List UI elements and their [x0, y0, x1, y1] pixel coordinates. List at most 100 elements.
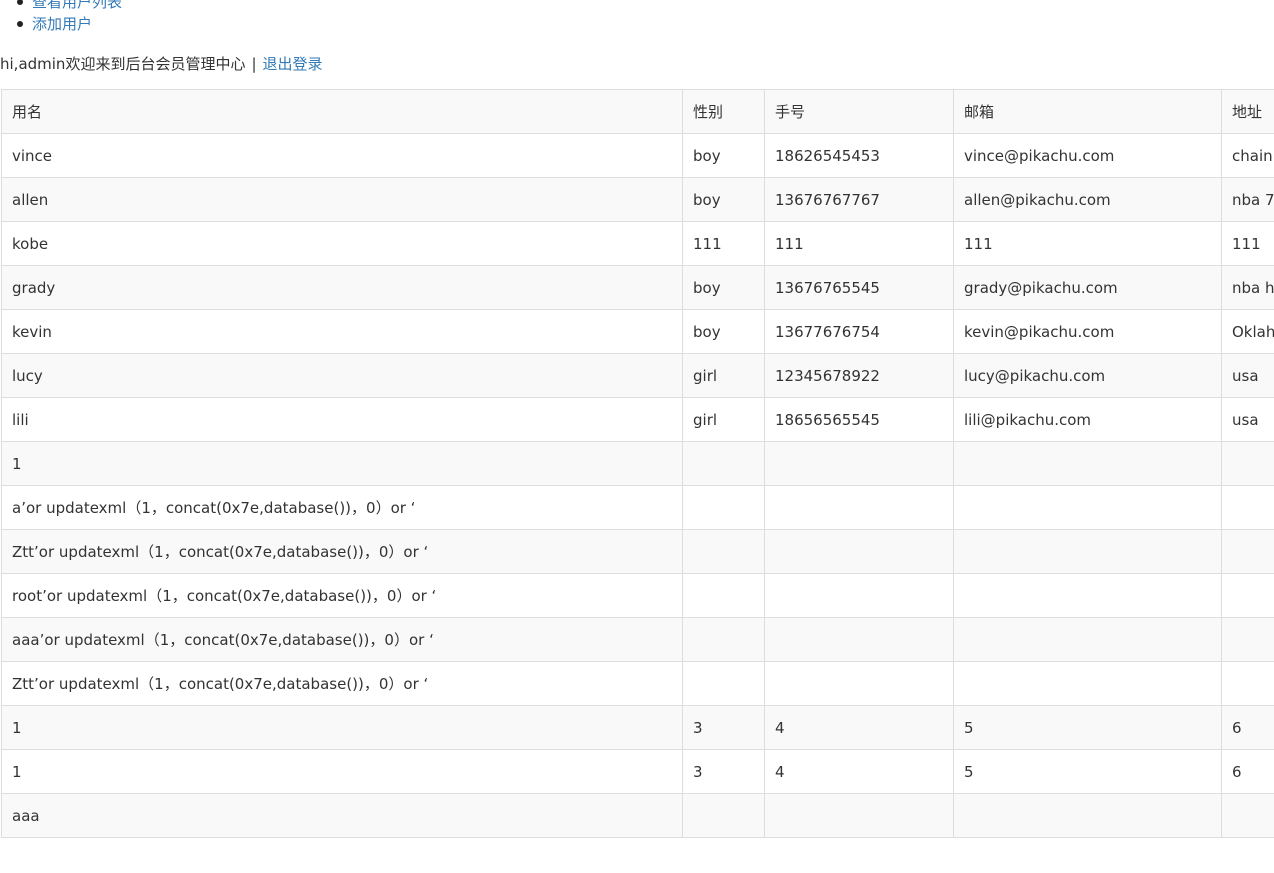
cell-username: allen [1, 177, 683, 222]
cell-email [953, 793, 1222, 838]
cell-phone [764, 793, 954, 838]
cell-address [1221, 661, 1274, 706]
cell-address: Oklah [1221, 309, 1274, 354]
cell-sex: boy [682, 133, 765, 178]
cell-phone [764, 661, 954, 706]
cell-sex [682, 441, 765, 486]
cell-username: kobe [1, 221, 683, 266]
table-row: aaa [1, 793, 1274, 838]
cell-address [1221, 793, 1274, 838]
table-row: aaa’or updatexml（1，concat(0x7e,database(… [1, 617, 1274, 662]
table-row: allen boy 13676767767 allen@pikachu.com nba … [1, 177, 1274, 222]
cell-username: Ztt’or updatexml（1，concat(0x7e,database(… [1, 529, 683, 574]
nav-item-add-user: 添加用户 [17, 13, 122, 35]
cell-phone: 4 [764, 749, 954, 794]
greeting-text: hi,admin欢迎来到后台会员管理中心 [0, 55, 246, 73]
cell-username: vince [1, 133, 683, 178]
cell-address: 111 [1221, 221, 1274, 266]
cell-phone: 13677676754 [764, 309, 954, 354]
cell-username: grady [1, 265, 683, 310]
cell-address [1221, 441, 1274, 486]
cell-username: a’or updatexml（1，concat(0x7e,database())… [1, 485, 683, 530]
cell-username: 1 [1, 441, 683, 486]
add-user-link[interactable]: 添加用户 [32, 15, 92, 33]
greeting-separator: | [251, 55, 257, 73]
cell-phone [764, 573, 954, 618]
cell-sex: 111 [682, 221, 765, 266]
cell-username: aaa [1, 793, 683, 838]
table-row: grady boy 13676765545 grady@pikachu.com nba … [1, 265, 1274, 310]
table-row: 13456 [1, 705, 1274, 750]
cell-address [1221, 573, 1274, 618]
cell-sex: boy [682, 265, 765, 310]
cell-email [953, 485, 1222, 530]
cell-address [1221, 617, 1274, 662]
cell-sex [682, 573, 765, 618]
cell-username: aaa’or updatexml（1，concat(0x7e,database(… [1, 617, 683, 662]
cell-username: Ztt’or updatexml（1，concat(0x7e,database(… [1, 661, 683, 706]
column-header-email: 邮箱 [953, 89, 1222, 134]
table-row: kobe 111 111 111 111 [1, 221, 1274, 266]
cell-address: 6 [1221, 749, 1274, 794]
cell-phone: 13676767767 [764, 177, 954, 222]
cell-phone [764, 529, 954, 574]
cell-sex [682, 661, 765, 706]
cell-phone: 4 [764, 705, 954, 750]
column-header-phone: 手号 [764, 89, 954, 134]
table-row: Ztt’or updatexml（1，concat(0x7e,database(… [1, 661, 1274, 706]
cell-address: nba h [1221, 265, 1274, 310]
column-header-username: 用名 [1, 89, 683, 134]
cell-sex: girl [682, 397, 765, 442]
cell-phone [764, 617, 954, 662]
column-header-address: 地址 [1221, 89, 1274, 134]
nav-list: 查看用户列表 添加用户 [0, 0, 122, 35]
cell-phone: 12345678922 [764, 353, 954, 398]
cell-address [1221, 529, 1274, 574]
cell-email [953, 529, 1222, 574]
cell-email: kevin@pikachu.com [953, 309, 1222, 354]
greeting-bar: hi,admin欢迎来到后台会员管理中心 | 退出登录 [0, 53, 323, 75]
cell-address: chain [1221, 133, 1274, 178]
cell-sex: boy [682, 177, 765, 222]
cell-email [953, 441, 1222, 486]
cell-sex [682, 485, 765, 530]
cell-username: 1 [1, 705, 683, 750]
admin-page: 查看用户列表 添加用户 hi,admin欢迎来到后台会员管理中心 | 退出登录 用名… [0, 0, 1274, 873]
table-header-row: 用名 性别 手号 邮箱 地址 [1, 89, 1274, 134]
cell-username: root’or updatexml（1，concat(0x7e,database… [1, 573, 683, 618]
cell-email [953, 661, 1222, 706]
cell-email [953, 573, 1222, 618]
cell-sex [682, 793, 765, 838]
cell-address [1221, 485, 1274, 530]
cell-email: vince@pikachu.com [953, 133, 1222, 178]
cell-email: lili@pikachu.com [953, 397, 1222, 442]
nav-item-user-list: 查看用户列表 [17, 0, 122, 13]
member-table: 用名 性别 手号 邮箱 地址 vince boy 18626545453 vince@… [1, 89, 1274, 838]
table-row: vince boy 18626545453 vince@pikachu.com chai… [1, 133, 1274, 178]
cell-phone [764, 485, 954, 530]
cell-email: 5 [953, 749, 1222, 794]
cell-sex: boy [682, 309, 765, 354]
cell-address: 6 [1221, 705, 1274, 750]
cell-phone: 18656565545 [764, 397, 954, 442]
table-row: kevin boy 13677676754 kevin@pikachu.com Okla… [1, 309, 1274, 354]
cell-username: kevin [1, 309, 683, 354]
logout-link[interactable]: 退出登录 [263, 55, 323, 73]
table-row: 1 [1, 441, 1274, 486]
cell-email: 111 [953, 221, 1222, 266]
cell-email: grady@pikachu.com [953, 265, 1222, 310]
cell-address: usa [1221, 397, 1274, 442]
view-user-list-link[interactable]: 查看用户列表 [32, 0, 122, 11]
cell-sex: 3 [682, 749, 765, 794]
table-body: vince boy 18626545453 vince@pikachu.com chai… [1, 133, 1274, 838]
cell-phone: 111 [764, 221, 954, 266]
cell-sex: girl [682, 353, 765, 398]
cell-username: 1 [1, 749, 683, 794]
member-table-container: 用名 性别 手号 邮箱 地址 vince boy 18626545453 vince@… [1, 89, 1274, 838]
table-row: 13456 [1, 749, 1274, 794]
cell-phone [764, 441, 954, 486]
cell-phone: 13676765545 [764, 265, 954, 310]
cell-sex [682, 529, 765, 574]
bullet-icon [17, 21, 23, 27]
cell-sex: 3 [682, 705, 765, 750]
